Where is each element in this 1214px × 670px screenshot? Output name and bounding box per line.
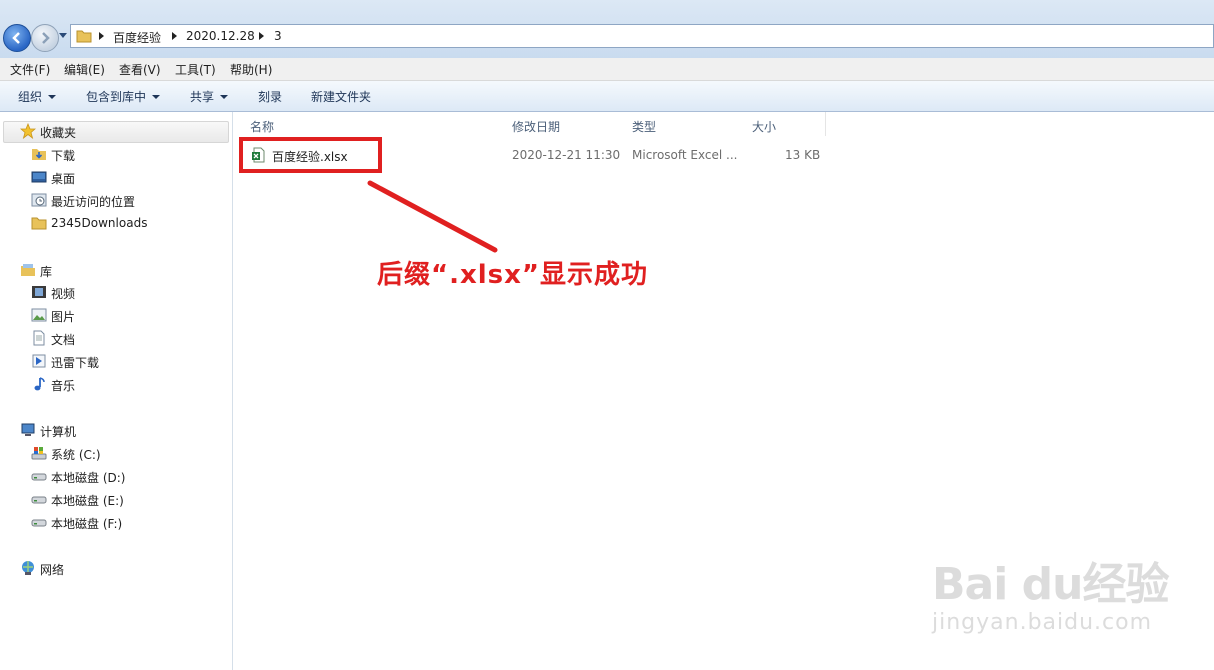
breadcrumb-3[interactable]: 3 <box>274 29 282 43</box>
hard-drive-icon <box>31 496 47 504</box>
nav-item-videos-label: 视频 <box>51 287 76 301</box>
nav-item-downloads-label: 下载 <box>51 149 76 163</box>
recent-pages-chevron-icon[interactable] <box>59 33 67 39</box>
new-folder-button[interactable]: 新建文件夹 <box>311 88 371 105</box>
nav-item-drive-c-label: 系统 (C:) <box>51 448 101 462</box>
menu-edit[interactable]: 编辑(E) <box>64 61 105 78</box>
back-arrow-icon <box>12 32 20 44</box>
file-type: Microsoft Excel ... <box>632 148 738 162</box>
column-type-label: 类型 <box>632 120 657 134</box>
nav-item-2345downloads-label: 2345Downloads <box>51 216 148 230</box>
command-toolbar: 组织 包含到库中 共享 刻录 新建文件夹 <box>0 81 1214 112</box>
file-size: 13 KB <box>785 148 821 162</box>
video-icon <box>32 286 46 298</box>
forward-arrow-icon <box>42 32 50 44</box>
breadcrumb-baidujingyan[interactable]: 百度经验 <box>113 29 161 46</box>
xunlei-folder-icon <box>32 354 46 368</box>
include-library-button[interactable]: 包含到库中 <box>86 88 161 105</box>
watermark-logo: Bai du经验 <box>932 559 1169 610</box>
crumb-separator-icon[interactable] <box>172 32 177 40</box>
recent-places-icon <box>31 193 47 207</box>
picture-icon <box>31 308 47 322</box>
system-drive-icon <box>31 447 47 460</box>
forward-button[interactable] <box>31 24 59 52</box>
folder-icon <box>76 30 92 43</box>
column-name-label: 名称 <box>250 120 275 134</box>
document-icon <box>33 330 45 346</box>
nav-item-xunlei-downloads-label: 迅雷下载 <box>51 356 100 370</box>
nav-item-drive-e-label: 本地磁盘 (E:) <box>51 494 124 508</box>
desktop-icon <box>31 171 47 183</box>
column-header-size[interactable]: 大小 <box>744 112 826 136</box>
network-icon <box>22 561 34 575</box>
hard-drive-icon <box>31 473 47 481</box>
organize-label: 组织 <box>18 90 43 104</box>
navigation-pane: 收藏夹 下载 桌面 最近访问的位置 2345Downloads 库 视频 图片 … <box>0 112 233 670</box>
chevron-down-icon <box>48 95 57 99</box>
column-size-label: 大小 <box>752 120 777 134</box>
nav-computer-label: 计算机 <box>40 425 77 439</box>
hard-drive-icon <box>31 519 47 527</box>
burn-button[interactable]: 刻录 <box>258 88 282 105</box>
folder-icon <box>31 217 47 230</box>
library-icon <box>21 264 35 276</box>
menu-tools[interactable]: 工具(T) <box>175 61 216 78</box>
menu-help[interactable]: 帮助(H) <box>230 61 272 78</box>
column-header-modified[interactable]: 修改日期 <box>504 112 625 136</box>
nav-item-drive-f-label: 本地磁盘 (F:) <box>51 517 123 531</box>
nav-item-documents-label: 文档 <box>51 333 76 347</box>
address-bar-area: 百度经验 2020.12.28 3 <box>0 0 1214 58</box>
highlight-box <box>239 137 382 173</box>
back-button[interactable] <box>3 24 31 52</box>
chevron-down-icon <box>220 95 229 99</box>
watermark-url: jingyan.baidu.com <box>932 610 1153 635</box>
nav-item-recent-places-label: 最近访问的位置 <box>51 195 136 209</box>
nav-item-desktop-label: 桌面 <box>51 172 76 186</box>
favorites-highlight <box>3 121 229 143</box>
baidu-watermark: Bai du经验 jingyan.baidu.com <box>932 548 1169 635</box>
crumb-separator-icon[interactable] <box>99 32 104 40</box>
nav-item-music-label: 音乐 <box>51 379 76 393</box>
downloads-folder-icon <box>32 149 46 160</box>
nav-network-label: 网络 <box>40 563 65 577</box>
breadcrumb-2020-12-28[interactable]: 2020.12.28 <box>186 29 255 43</box>
chevron-down-icon <box>152 95 161 99</box>
share-label: 共享 <box>190 90 215 104</box>
annotation-text: 后缀“.xlsx”显示成功 <box>377 260 648 290</box>
nav-libraries-label: 库 <box>40 265 53 279</box>
share-button[interactable]: 共享 <box>190 88 229 105</box>
nav-item-drive-d-label: 本地磁盘 (D:) <box>51 471 126 485</box>
nav-favorites-label: 收藏夹 <box>40 126 77 140</box>
computer-icon <box>21 423 35 436</box>
column-modified-label: 修改日期 <box>512 120 561 134</box>
include-library-label: 包含到库中 <box>86 90 147 104</box>
menu-bar: 文件(F) 编辑(E) 查看(V) 工具(T) 帮助(H) <box>0 58 1214 81</box>
nav-item-pictures-label: 图片 <box>51 310 76 324</box>
menu-view[interactable]: 查看(V) <box>119 61 161 78</box>
star-icon <box>20 123 36 139</box>
address-box[interactable]: 百度经验 2020.12.28 3 <box>70 24 1214 48</box>
column-header-type[interactable]: 类型 <box>624 112 747 136</box>
music-note-icon <box>34 377 45 391</box>
crumb-separator-icon[interactable] <box>259 32 264 40</box>
menu-file[interactable]: 文件(F) <box>10 61 50 78</box>
column-header-name[interactable]: 名称 <box>242 112 507 136</box>
organize-button[interactable]: 组织 <box>18 88 57 105</box>
annotation-line <box>367 180 498 253</box>
file-modified: 2020-12-21 11:30 <box>512 148 621 162</box>
